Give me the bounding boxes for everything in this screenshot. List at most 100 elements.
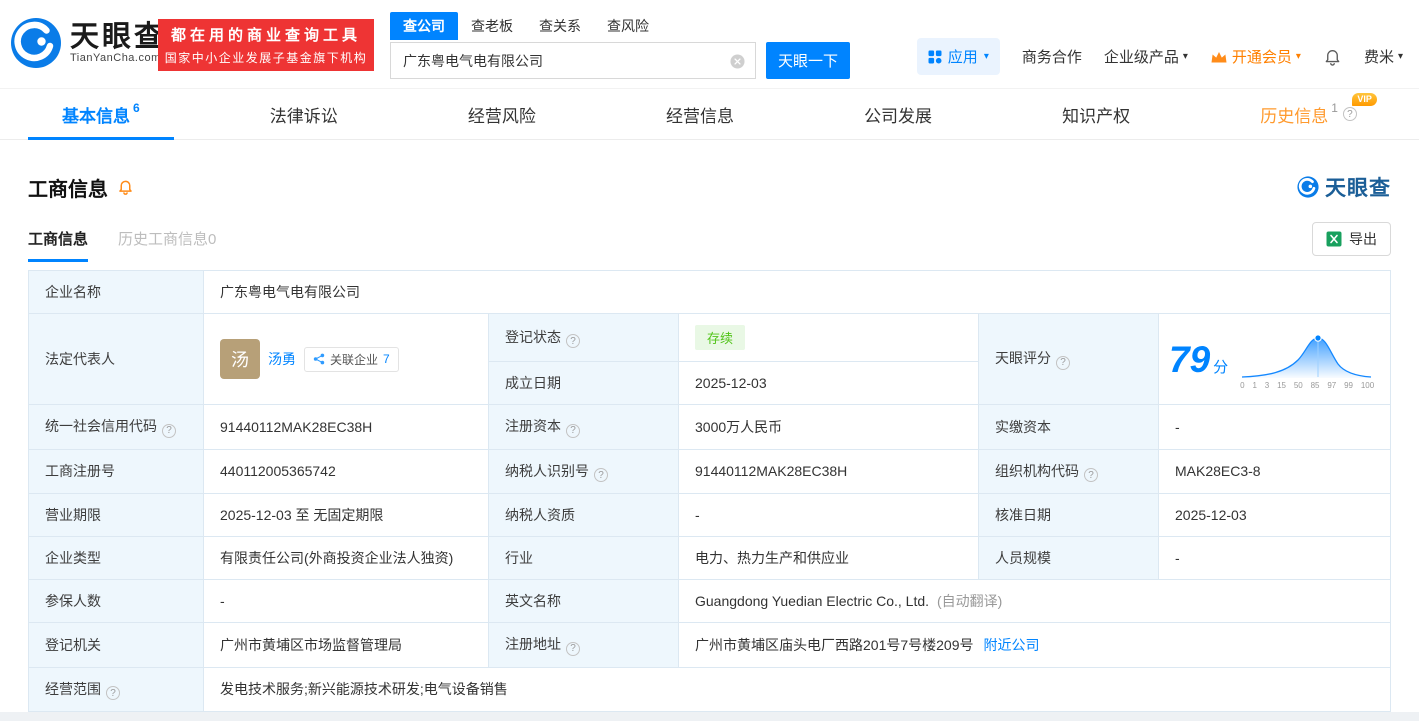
value-paid-capital: - (1159, 405, 1391, 450)
value-text: 2025-12-03 至 无固定期限 (220, 507, 383, 523)
tab-operating-risk[interactable]: 经营风险 (434, 89, 570, 139)
tab-history-info[interactable]: VIP 历史信息 1 ? (1226, 89, 1391, 139)
tianyancha-logo-icon (1297, 176, 1319, 198)
help-icon[interactable]: ? (1343, 107, 1357, 121)
value-text: - (695, 507, 700, 523)
label-establish-date: 成立日期 (489, 362, 679, 405)
label-text: 纳税人识别号 (505, 463, 589, 479)
subtab-business-info[interactable]: 工商信息 (28, 228, 88, 262)
help-icon[interactable]: ? (106, 686, 120, 700)
search-button[interactable]: 天眼一下 (766, 42, 850, 79)
enterprise-products-menu[interactable]: 企业级产品 ▾ (1104, 46, 1188, 67)
help-icon[interactable]: ? (566, 334, 580, 348)
tab-count: 6 (133, 101, 140, 115)
help-icon[interactable]: ? (1056, 356, 1070, 370)
export-label: 导出 (1349, 229, 1377, 249)
primary-nav: 基本信息 6 法律诉讼 经营风险 经营信息 公司发展 知识产权 VIP 历史信息… (0, 88, 1419, 140)
crown-icon (1210, 50, 1228, 64)
label-text: 天眼评分 (995, 350, 1051, 366)
tab-label: 经营信息 (666, 102, 734, 127)
help-icon[interactable]: ? (566, 424, 580, 438)
table-row: 营业期限 2025-12-03 至 无固定期限 纳税人资质 - 核准日期 202… (29, 494, 1391, 537)
value-business-scope: 发电技术服务;新兴能源技术研发;电气设备销售 (204, 667, 1391, 712)
value-reg-capital: 3000万人民币 (679, 405, 979, 450)
value-text: 广州市黄埔区市场监督管理局 (220, 637, 402, 653)
tab-label: 公司发展 (864, 102, 932, 127)
table-row: 登记机关 广州市黄埔区市场监督管理局 注册地址? 广州市黄埔区庙头电厂西路201… (29, 623, 1391, 668)
tab-intellectual-property[interactable]: 知识产权 (1028, 89, 1164, 139)
vip-upgrade-menu[interactable]: 开通会员 ▾ (1210, 46, 1301, 67)
label-staff-size: 人员规模 (979, 537, 1159, 580)
notification-bell-icon[interactable] (1323, 47, 1342, 67)
label-industry: 行业 (489, 537, 679, 580)
label-approval-date: 核准日期 (979, 494, 1159, 537)
vip-badge: VIP (1352, 93, 1377, 106)
label-tyc-score: 天眼评分? (979, 314, 1159, 405)
label-text: 营业期限 (45, 507, 101, 523)
header-menu: 应用 ▾ 商务合作 企业级产品 ▾ 开通会员 ▾ (917, 38, 1403, 75)
clear-icon[interactable] (730, 54, 745, 69)
subtab-history-business-info[interactable]: 历史工商信息0 (118, 228, 216, 262)
subtabs: 工商信息 历史工商信息0 导出 (28, 222, 1391, 262)
search-input-wrap (390, 42, 756, 79)
tab-label: 基本信息 (62, 102, 130, 127)
auto-translate-note: (自动翻译) (937, 593, 1002, 609)
value-approval-date: 2025-12-03 (1159, 494, 1391, 537)
search-input[interactable] (391, 43, 755, 78)
value-text: - (220, 593, 225, 609)
table-row: 法定代表人 汤 汤勇 关联企业 7 (29, 314, 1391, 362)
help-icon[interactable]: ? (594, 468, 608, 482)
label-text: 参保人数 (45, 593, 101, 609)
value-staff-size: - (1159, 537, 1391, 580)
export-button[interactable]: 导出 (1312, 222, 1391, 256)
promo-banner: 都在用的商业查询工具 国家中小企业发展子基金旗下机构 (158, 19, 374, 71)
value-reg-authority: 广州市黄埔区市场监督管理局 (204, 623, 489, 668)
nearby-companies-link[interactable]: 附近公司 (984, 637, 1040, 653)
tab-legal-litigation[interactable]: 法律诉讼 (236, 89, 372, 139)
chevron-down-icon: ▾ (984, 52, 989, 62)
logo-title: 天眼查 (70, 22, 166, 52)
value-establish-date: 2025-12-03 (679, 362, 979, 405)
label-text: 统一社会信用代码 (45, 418, 157, 434)
user-menu[interactable]: 费米 ▾ (1364, 46, 1403, 67)
search-tab-risk[interactable]: 查风险 (594, 12, 662, 40)
vip-label: 开通会员 (1232, 46, 1292, 67)
value-org-code: MAK28EC3-8 (1159, 449, 1391, 494)
tab-label: 经营风险 (468, 102, 536, 127)
monitor-bell-icon[interactable] (117, 178, 134, 196)
section-watermark-logo: 天眼查 (1297, 172, 1391, 202)
business-coop-label: 商务合作 (1022, 46, 1082, 67)
value-reg-address: 广州市黄埔区庙头电厂西路201号7号楼209号附近公司 (679, 623, 1391, 668)
label-text: 行业 (505, 550, 533, 566)
search-tab-boss[interactable]: 查老板 (458, 12, 526, 40)
label-credit-code: 统一社会信用代码? (29, 405, 204, 450)
related-companies-count: 7 (383, 352, 390, 366)
apps-label: 应用 (948, 46, 978, 67)
label-text: 注册资本 (505, 418, 561, 434)
search-tab-company[interactable]: 查公司 (390, 12, 458, 40)
score-widget: 79分 (1169, 328, 1380, 390)
banner-line1: 都在用的商业查询工具 (171, 24, 361, 45)
label-text: 组织机构代码 (995, 463, 1079, 479)
value-business-term: 2025-12-03 至 无固定期限 (204, 494, 489, 537)
value-insured-count: - (204, 580, 489, 623)
tab-company-development[interactable]: 公司发展 (830, 89, 966, 139)
related-companies-badge[interactable]: 关联企业 7 (304, 347, 399, 372)
help-icon[interactable]: ? (1084, 468, 1098, 482)
help-icon[interactable]: ? (162, 424, 176, 438)
search-tab-relation[interactable]: 查关系 (526, 12, 594, 40)
apps-menu[interactable]: 应用 ▾ (917, 38, 1000, 75)
label-business-scope: 经营范围? (29, 667, 204, 712)
label-business-term: 营业期限 (29, 494, 204, 537)
tianyancha-logo[interactable]: 天眼查 TianYanCha.com (10, 17, 166, 69)
legal-rep-avatar[interactable]: 汤 (220, 339, 260, 379)
tab-basic-info[interactable]: 基本信息 6 (28, 89, 174, 139)
business-coop-link[interactable]: 商务合作 (1022, 46, 1082, 67)
label-org-code: 组织机构代码? (979, 449, 1159, 494)
table-row: 经营范围? 发电技术服务;新兴能源技术研发;电气设备销售 (29, 667, 1391, 712)
help-icon[interactable]: ? (566, 642, 580, 656)
label-taxpayer-quality: 纳税人资质 (489, 494, 679, 537)
score-number: 79分 (1169, 341, 1228, 378)
tab-business-info[interactable]: 经营信息 (632, 89, 768, 139)
legal-rep-name-link[interactable]: 汤勇 (268, 349, 296, 369)
